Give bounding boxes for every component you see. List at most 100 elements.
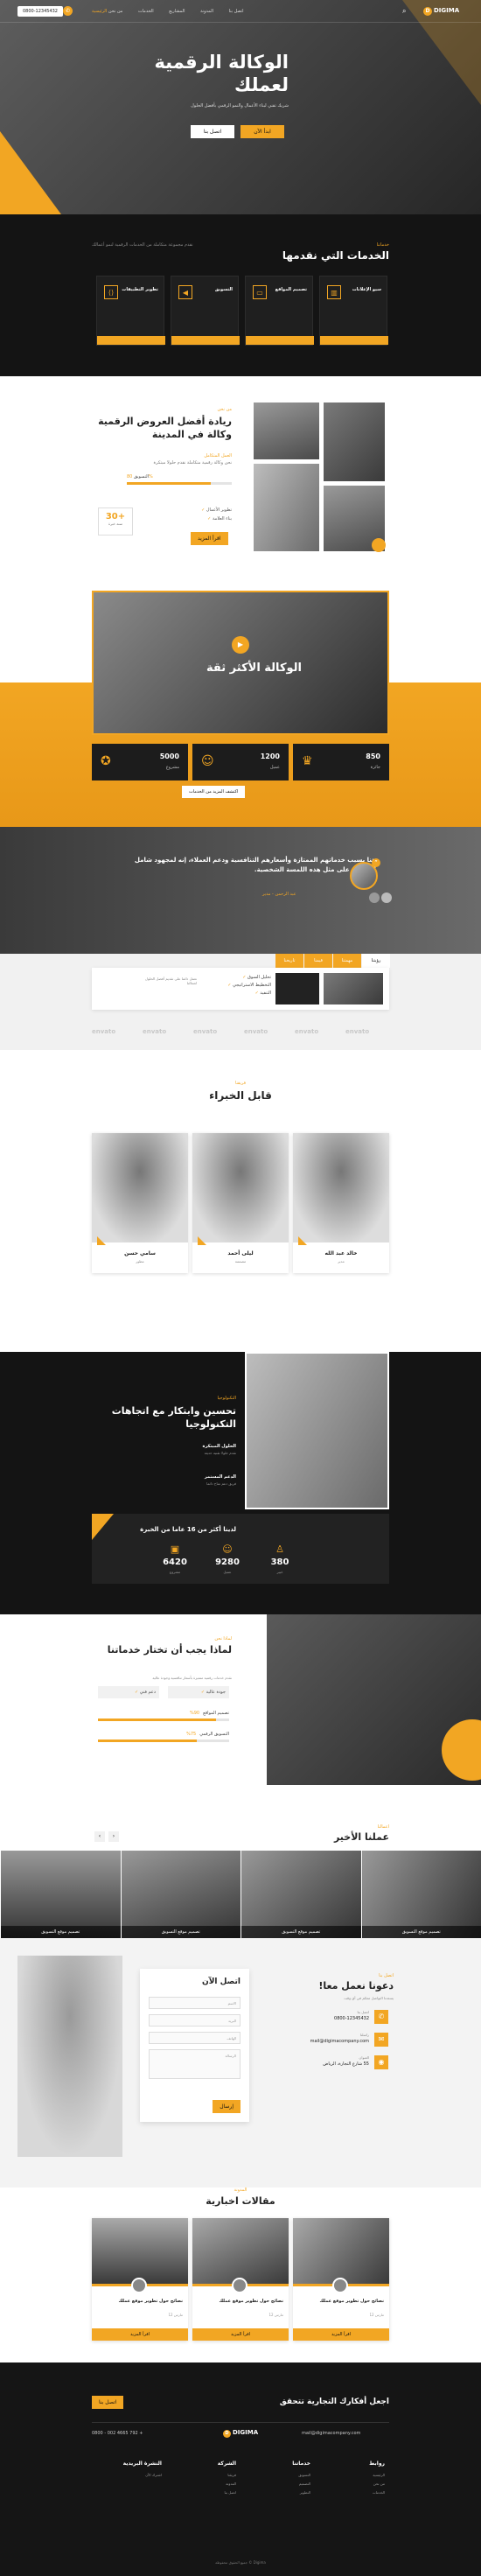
tab-item-active[interactable]: رؤيتنا <box>362 954 390 968</box>
nav-item[interactable]: اتصل بنا <box>229 9 244 14</box>
contact-field[interactable]: الاسم <box>149 1997 240 2009</box>
contact-section: اتصل الآن الاسم البريد الهاتف الرسالة إرسال… <box>0 1938 481 2188</box>
blog-read-more[interactable]: اقرأ المزيد <box>293 2328 389 2341</box>
tab-item[interactable]: تاريخنا <box>275 954 303 968</box>
header-phone-button[interactable]: 0800-12345432 <box>17 6 63 17</box>
contact-info-value[interactable]: mail@digimacompany.com <box>262 2039 369 2044</box>
service-card[interactable]: ▥ سيو الإعلانات <box>319 276 388 346</box>
footer-column-title: روابط <box>369 2460 385 2467</box>
search-icon[interactable]: ⌕ <box>402 7 406 16</box>
blog-section: المدونة مقالات اخبارية نصائح حول تطوير م… <box>0 2188 481 2362</box>
stat-label: عميل <box>269 765 280 770</box>
team-role: مطور <box>136 1259 144 1264</box>
blog-card[interactable]: نصائح حول تطوير موقع عملك 12 مارس اقرأ الم… <box>192 2218 289 2341</box>
blog-read-more[interactable]: اقرأ المزيد <box>192 2328 289 2341</box>
blog-post-title[interactable]: نصائح حول تطوير موقع عملك <box>97 2299 183 2304</box>
team-card[interactable]: ليلى أحمد مصممة <box>192 1133 289 1273</box>
tab-item[interactable]: قيمنا <box>304 954 332 968</box>
services-intro: نقدم مجموعة متكاملة من الخدمات الرقمية ل… <box>92 242 193 248</box>
hero-section: 0800-12345432 ✆ اتصل بنا المدونة المشاري… <box>0 0 481 214</box>
nav-item[interactable]: من نحن <box>108 9 123 14</box>
team-role: مدير <box>338 1259 345 1264</box>
contact-field[interactable]: البريد <box>149 2014 240 2026</box>
logo-mark-icon: D <box>423 7 432 16</box>
hero-start-button[interactable]: ابدأ الآن <box>240 125 284 138</box>
tech-feature-text: نقدم حلولا تقنية حديثة <box>204 1451 236 1455</box>
phone-icon[interactable]: ✆ <box>374 2010 388 2024</box>
header-logo[interactable]: D DIGIMA <box>423 7 459 16</box>
chevron-left-icon[interactable]: ‹ <box>94 1831 105 1842</box>
check-icon: ✓ <box>201 508 206 513</box>
contact-field[interactable]: الرسالة <box>149 2049 240 2079</box>
footer-link[interactable]: التطوير <box>240 2490 310 2495</box>
work-card[interactable]: تصميم موقع التسويق <box>360 1851 481 1938</box>
footer-link[interactable]: المدونة <box>166 2482 236 2486</box>
nav-item[interactable]: الخدمات <box>138 9 154 14</box>
blog-read-more[interactable]: اقرأ المزيد <box>92 2328 188 2341</box>
testimonial-thumb[interactable] <box>369 892 380 903</box>
about-sub: العمل المتكامل <box>204 453 232 458</box>
check-item: بناء العلامة ✓ <box>144 516 232 522</box>
why-bar-value: 90% <box>189 1711 200 1716</box>
footer-email[interactable]: mail@digimacompany.com <box>302 2431 360 2436</box>
about-button[interactable]: اقرأ المزيد <box>191 532 228 545</box>
work-card[interactable]: تصميم موقع التسويق <box>0 1851 121 1938</box>
footer-link[interactable]: اتصل بنا <box>166 2490 236 2495</box>
footer-link[interactable]: اشترك الآن <box>92 2473 162 2477</box>
monitor-icon: ▭ <box>253 285 267 299</box>
blog-post-title[interactable]: نصائح حول تطوير موقع عملك <box>198 2299 283 2304</box>
users-icon: ☺ <box>201 754 214 768</box>
blog-post-title[interactable]: نصائح حول تطوير موقع عملك <box>298 2299 384 2304</box>
team-card[interactable]: خالد عبد الله مدير <box>293 1133 389 1273</box>
footer-link[interactable]: التسويق <box>240 2473 310 2477</box>
testimonial-thumb[interactable] <box>381 892 392 903</box>
footer-link[interactable]: من نحن <box>315 2482 385 2486</box>
mail-icon[interactable]: ✉ <box>374 2033 388 2047</box>
map-pin-icon[interactable]: ◉ <box>374 2055 388 2069</box>
testimonial-name-text: عبد الرحمن <box>275 892 296 897</box>
nav-item[interactable]: المشاريع <box>169 9 185 14</box>
contact-form: اتصل الآن الاسم البريد الهاتف الرسالة إرسال <box>140 1969 249 2122</box>
phone-icon[interactable]: ✆ <box>63 6 73 16</box>
work-card[interactable]: تصميم موقع التسويق <box>120 1851 240 1938</box>
why-bar-label: تصميم المواقع90% <box>98 1711 229 1716</box>
contact-submit-button[interactable]: إرسال <box>213 2100 240 2113</box>
footer-logo[interactable]: D DIGIMA <box>223 2429 258 2438</box>
service-card[interactable]: ⟨⟩ تطوير التطبيقات <box>96 276 165 346</box>
contact-info-value[interactable]: 0800-12345432 <box>262 2016 369 2021</box>
footer-phone[interactable]: 0800 - 002 4665 792 + <box>92 2431 143 2436</box>
partner-logo: envato <box>143 1028 167 1035</box>
author-avatar <box>131 2278 147 2293</box>
tab-item[interactable]: مهمتنا <box>333 954 361 968</box>
blog-card[interactable]: نصائح حول تطوير موقع عملك 12 مارس اقرأ الم… <box>92 2218 188 2341</box>
contact-field[interactable]: الهاتف <box>149 2032 240 2044</box>
about-image-3 <box>254 464 319 551</box>
footer-link[interactable]: الرئيسية <box>315 2473 385 2477</box>
play-icon[interactable]: ▶ <box>232 636 249 654</box>
service-card[interactable]: ▭ تصميم المواقع <box>245 276 314 346</box>
tech-feature-title: الدعم المستمر <box>204 1474 236 1480</box>
service-card[interactable]: ◀ التسويق <box>171 276 240 346</box>
partner-logo: envato <box>295 1028 319 1035</box>
stat-label: مشروع <box>165 765 179 770</box>
work-section: أعمالنا عملنا الأخير ‹ › تصميم موقع التس… <box>0 1824 481 1938</box>
about-title: ريادة أفضل العروض الرقمية وكالة في المدي… <box>98 416 232 440</box>
stat-label: جائزة <box>370 765 380 770</box>
work-card[interactable]: تصميم موقع التسويق <box>240 1851 361 1938</box>
blog-card[interactable]: نصائح حول تطوير موقع عملك 12 مارس اقرأ الم… <box>293 2218 389 2341</box>
why-bar-label: التسويق الرقمي75% <box>98 1732 229 1737</box>
check-item: تطوير الأعمال ✓ <box>144 508 232 513</box>
chevron-right-icon[interactable]: › <box>108 1831 119 1842</box>
video-link[interactable]: اكتشف المزيد من الخدمات <box>182 786 246 798</box>
hero-contact-button[interactable]: اتصل بنا <box>191 125 234 138</box>
footer-link[interactable]: التصميم <box>240 2482 310 2486</box>
briefcase-icon: ▣ <box>170 1544 180 1555</box>
footer-link[interactable]: الخدمات <box>315 2490 385 2495</box>
footer-link[interactable]: فريقنا <box>166 2473 236 2477</box>
team-card[interactable]: سامي حسن مطور <box>92 1133 188 1273</box>
service-card-accent <box>97 336 165 345</box>
nav-item[interactable]: الرئيسية <box>92 9 107 14</box>
nav-item[interactable]: المدونة <box>200 9 213 14</box>
contact-info-value[interactable]: 55 شارع التجارة، الرياض <box>262 2062 369 2067</box>
cta-button[interactable]: اتصل بنا <box>92 2396 124 2409</box>
